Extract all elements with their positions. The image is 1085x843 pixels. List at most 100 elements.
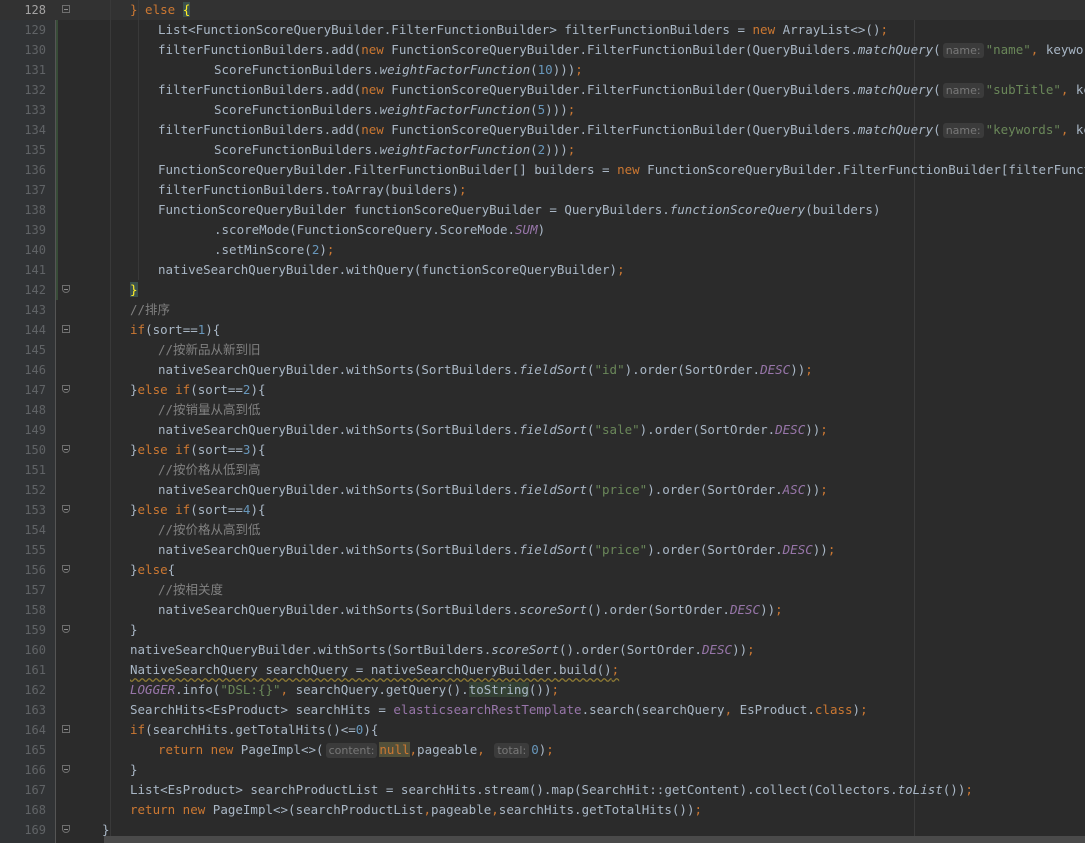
code-line[interactable]: 161 NativeSearchQuery searchQuery = nativ… [0,660,1085,680]
line-number[interactable]: 141 [0,260,46,280]
line-number[interactable]: 135 [0,140,46,160]
line-number[interactable]: 143 [0,300,46,320]
code-line[interactable]: 157 //按相关度 [0,580,1085,600]
code-line[interactable]: 149 nativeSearchQueryBuilder.withSorts(So… [0,420,1085,440]
code-text[interactable]: }else if(sort==3){ [130,440,266,460]
code-line[interactable]: 156 }else{ [0,560,1085,580]
code-line[interactable]: 155 nativeSearchQueryBuilder.withSorts(So… [0,540,1085,560]
fold-end-icon[interactable] [62,625,70,633]
code-line[interactable]: 165 return new PageImpl<>(content: null,pa… [0,740,1085,760]
line-number[interactable]: 142 [0,280,46,300]
code-line[interactable]: 139 .scoreMode(FunctionScoreQuery.ScoreMo… [0,220,1085,240]
code-line[interactable]: 141 nativeSearchQueryBuilder.withQuery(fu… [0,260,1085,280]
code-line[interactable]: 145 //按新品从新到旧 [0,340,1085,360]
code-text[interactable]: nativeSearchQueryBuilder.withSorts(SortB… [158,420,828,440]
line-number[interactable]: 160 [0,640,46,660]
code-line[interactable]: 158 nativeSearchQueryBuilder.withSorts(So… [0,600,1085,620]
line-number[interactable]: 144 [0,320,46,340]
code-line[interactable]: 162 LOGGER.info("DSL:{}", searchQuery.get… [0,680,1085,700]
code-text[interactable]: ScoreFunctionBuilders.weightFactorFuncti… [214,60,583,80]
fold-end-icon[interactable] [62,565,70,573]
line-number[interactable]: 147 [0,380,46,400]
fold-end-icon[interactable] [62,285,70,293]
line-number[interactable]: 157 [0,580,46,600]
line-number[interactable]: 128 [0,0,46,20]
code-text[interactable]: filterFunctionBuilders.add(new FunctionS… [158,40,1085,60]
code-line[interactable]: 146 nativeSearchQueryBuilder.withSorts(So… [0,360,1085,380]
code-text[interactable]: List<EsProduct> searchProductList = sear… [130,780,973,800]
code-line[interactable]: 130 filterFunctionBuilders.add(new Functi… [0,40,1085,60]
line-number[interactable]: 145 [0,340,46,360]
code-text[interactable]: return new PageImpl<>(content: null,pagea… [158,740,554,760]
code-text[interactable]: nativeSearchQueryBuilder.withSorts(SortB… [158,540,835,560]
code-text[interactable]: filterFunctionBuilders.toArray(builders)… [158,180,467,200]
code-line[interactable]: 150 }else if(sort==3){ [0,440,1085,460]
line-number[interactable]: 154 [0,520,46,540]
line-number[interactable]: 158 [0,600,46,620]
code-text[interactable]: nativeSearchQueryBuilder.withQuery(funct… [158,260,625,280]
line-number[interactable]: 134 [0,120,46,140]
line-number[interactable]: 165 [0,740,46,760]
code-text[interactable]: if(sort==1){ [130,320,220,340]
code-line[interactable]: 138 FunctionScoreQueryBuilder functionSco… [0,200,1085,220]
line-number[interactable]: 132 [0,80,46,100]
line-number[interactable]: 133 [0,100,46,120]
code-text[interactable]: return new PageImpl<>(searchProductList,… [130,800,702,820]
line-number[interactable]: 138 [0,200,46,220]
line-number[interactable]: 137 [0,180,46,200]
code-text[interactable]: ScoreFunctionBuilders.weightFactorFuncti… [214,140,575,160]
fold-end-icon[interactable] [62,385,70,393]
line-number[interactable]: 168 [0,800,46,820]
line-number[interactable]: 163 [0,700,46,720]
line-number[interactable]: 129 [0,20,46,40]
line-number[interactable]: 151 [0,460,46,480]
code-text[interactable]: nativeSearchQueryBuilder.withSorts(SortB… [130,640,755,660]
line-number[interactable]: 153 [0,500,46,520]
code-line[interactable]: 144 if(sort==1){ [0,320,1085,340]
code-text[interactable]: //排序 [130,300,170,320]
code-text[interactable]: NativeSearchQuery searchQuery = nativeSe… [130,660,619,680]
code-line[interactable]: 154 //按价格从高到低 [0,520,1085,540]
line-number[interactable]: 150 [0,440,46,460]
line-number[interactable]: 152 [0,480,46,500]
code-text[interactable]: .setMinScore(2); [214,240,334,260]
fold-end-icon[interactable] [62,765,70,773]
code-line[interactable]: 136 FunctionScoreQueryBuilder.FilterFunct… [0,160,1085,180]
code-line[interactable]: 160 nativeSearchQueryBuilder.withSorts(So… [0,640,1085,660]
code-line[interactable]: 153}else if(sort==4){ [0,500,1085,520]
line-number[interactable]: 146 [0,360,46,380]
line-number[interactable]: 130 [0,40,46,60]
code-text[interactable]: if(searchHits.getTotalHits()<=0){ [130,720,378,740]
code-text[interactable]: } [130,280,138,300]
line-number[interactable]: 159 [0,620,46,640]
code-text[interactable]: } [130,620,138,640]
code-text[interactable]: filterFunctionBuilders.add(new FunctionS… [158,120,1085,140]
code-line[interactable]: 142} [0,280,1085,300]
code-line[interactable]: 133 ScoreFunctionBuilders.weightFactorFun… [0,100,1085,120]
fold-expand-icon[interactable] [62,325,70,333]
code-text[interactable]: //按相关度 [158,580,223,600]
code-line[interactable]: 135 ScoreFunctionBuilders.weightFactorFun… [0,140,1085,160]
code-text[interactable]: .scoreMode(FunctionScoreQuery.ScoreMode.… [214,220,545,240]
line-number[interactable]: 166 [0,760,46,780]
code-line[interactable]: 167 List<EsProduct> searchProductList = s… [0,780,1085,800]
code-line[interactable]: 140 .setMinScore(2); [0,240,1085,260]
code-text[interactable]: //按价格从低到高 [158,460,261,480]
line-number[interactable]: 169 [0,820,46,840]
code-text[interactable]: } [130,760,138,780]
code-text[interactable]: FunctionScoreQueryBuilder.FilterFunction… [158,160,1085,180]
code-text[interactable]: FunctionScoreQueryBuilder functionScoreQ… [158,200,880,220]
fold-expand-icon[interactable] [62,725,70,733]
code-text[interactable]: SearchHits<EsProduct> searchHits = elast… [130,700,868,720]
code-line[interactable]: 164 if(searchHits.getTotalHits()<=0){ [0,720,1085,740]
line-number[interactable]: 156 [0,560,46,580]
code-text[interactable]: List<FunctionScoreQueryBuilder.FilterFun… [158,20,888,40]
line-number[interactable]: 162 [0,680,46,700]
code-line[interactable]: 143 //排序 [0,300,1085,320]
code-text[interactable]: ScoreFunctionBuilders.weightFactorFuncti… [214,100,575,120]
code-text[interactable]: }else{ [130,560,175,580]
code-line[interactable]: 148 //按销量从高到低 [0,400,1085,420]
code-line[interactable]: 131 ScoreFunctionBuilders.weightFactorFun… [0,60,1085,80]
code-text[interactable]: LOGGER.info("DSL:{}", searchQuery.getQue… [130,680,559,700]
line-number[interactable]: 136 [0,160,46,180]
